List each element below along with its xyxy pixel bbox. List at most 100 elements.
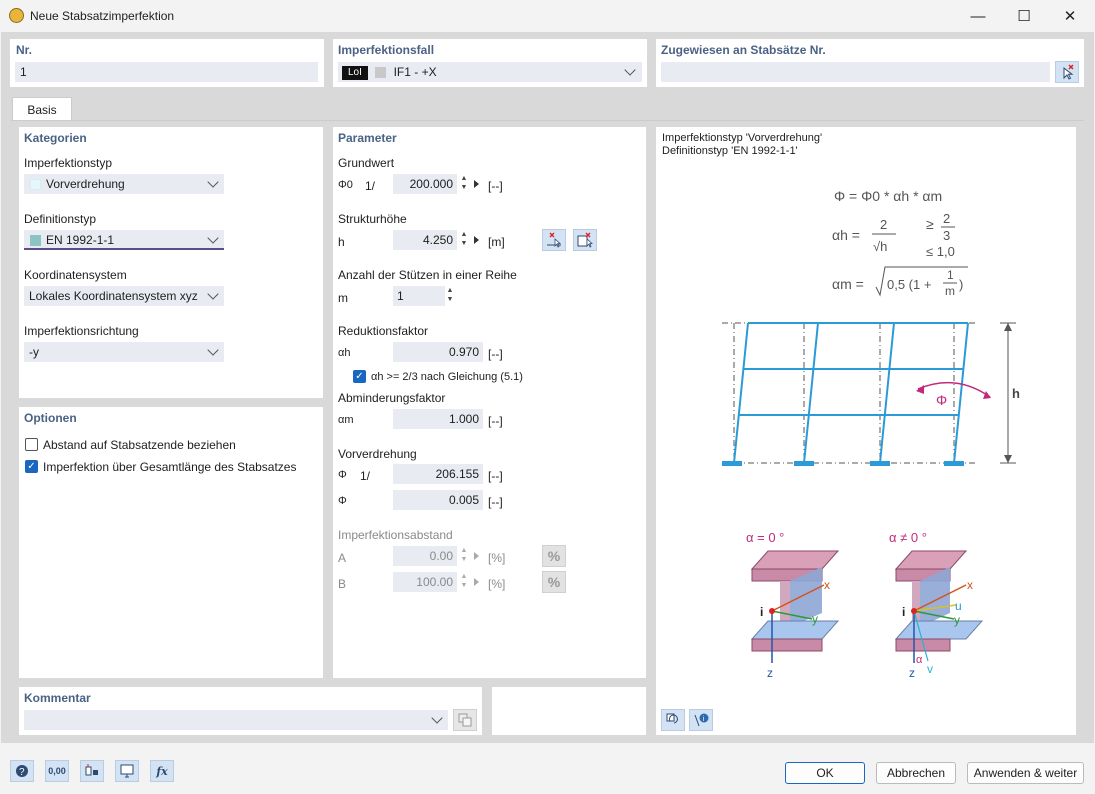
app-icon [9,8,24,23]
strukturhoehe-unit: [m] [488,235,505,249]
abminderung-value: 1.000 [393,409,483,429]
abstand-a-arrow-icon[interactable] [474,552,479,560]
formula-phi: Φ = Φ0 * αh * αm [834,188,942,204]
strukturhoehe-spinner[interactable]: ▲ ▼ [459,230,469,250]
help-icon[interactable]: ? [10,760,34,782]
axis-y-left: y [812,612,818,626]
abstand-b-arrow-icon[interactable] [474,578,479,586]
reduktion-unit: [--] [488,347,503,361]
strukturhoehe-input[interactable]: 4.250 [393,230,457,250]
imperfektionstyp-swatch [30,179,41,190]
formula-icon[interactable]: fx [150,760,174,782]
minimize-button[interactable]: — [955,0,1001,32]
pick-length-icon[interactable] [542,229,566,251]
vorverdrehung-value-2: 0.005 [393,490,483,510]
definitionstyp-swatch [30,235,41,246]
grundwert-input[interactable]: 200.000 [393,174,457,194]
grundwert-arrow-icon[interactable] [474,180,479,188]
percent-icon[interactable]: % [542,545,566,567]
svg-text:?: ? [19,767,25,778]
stuetzen-symbol: m [338,291,348,305]
reduktion-label: Reduktionsfaktor [338,324,429,338]
copy-comment-icon[interactable] [453,709,477,731]
zugewiesen-header: Zugewiesen an Stabsätze Nr. [661,43,826,57]
nr-panel: Nr. 1 [10,39,324,87]
ok-button[interactable]: OK [785,762,865,784]
abstand-b-unit: [%] [488,577,506,591]
apply-next-button[interactable]: Anwenden & weiter [967,762,1084,784]
strukturhoehe-symbol: h [338,235,345,249]
grundwert-prefix: 1/ [365,179,376,193]
imperfektionsfall-header: Imperfektionsfall [338,43,435,57]
alpha-zero-label: α = 0 ° [746,530,784,545]
kommentar-header: Kommentar [24,691,91,705]
frame-phi-label: Φ [936,392,947,408]
reduktion-checkbox[interactable]: ✓ [353,370,366,383]
units-icon[interactable]: 0,00 [45,760,69,782]
tab-divider [11,120,1084,121]
imperfektionstyp-select[interactable]: Vorverdrehung [24,174,224,194]
axis-y-right: y [954,613,960,627]
gesamtlaenge-checkbox[interactable]: ✓ [25,460,38,473]
stuetzen-spinner[interactable]: ▲ ▼ [445,286,455,306]
koordinatensystem-label: Koordinatensystem [24,268,127,282]
abminderung-label: Abminderungsfaktor [338,391,446,405]
close-button[interactable]: ✕ [1047,0,1093,32]
info-graphic-icon[interactable]: i [689,709,713,731]
definitionstyp-label: Definitionstyp [24,212,97,226]
abstand-a-input[interactable]: 0.00 [393,546,457,566]
vorverdrehung-symbol-2: Φ [338,495,347,507]
koordinatensystem-select[interactable]: Lokales Koordinatensystem xyz [24,286,224,306]
window-title: Neue Stabsatzimperfektion [30,9,175,23]
nr-header: Nr. [16,43,33,57]
imperfektionsfall-select[interactable]: LoI IF1 - +X [338,62,642,82]
imperfektionsfall-panel: Imperfektionsfall LoI IF1 - +X [333,39,647,87]
info-panel: Imperfektionstyp 'Vorverdrehung' Definit… [656,127,1076,735]
abstand-checkbox[interactable] [25,438,38,451]
model-icon[interactable] [80,760,104,782]
cancel-button[interactable]: Abbrechen [876,762,956,784]
axis-i-right: i [902,605,905,619]
display-icon[interactable] [115,760,139,782]
pick-from-model-icon[interactable] [573,229,597,251]
abstand-a-spinner[interactable]: ▲ ▼ [459,546,469,566]
vorverdrehung-unit-2: [--] [488,495,503,509]
abstand-b-spinner[interactable]: ▲ ▼ [459,572,469,592]
gesamtlaenge-checkbox-label: Imperfektion über Gesamtlänge des Stabsa… [43,460,297,474]
abstand-b-input[interactable]: 100.00 [393,572,457,592]
axis-x-left: x [824,578,830,592]
formula-am-num: 1 [947,268,954,282]
frame-h-label: h [1012,386,1020,401]
definitionstyp-select[interactable]: EN 1992-1-1 [24,230,224,250]
imperfektionsrichtung-select[interactable]: -y [24,342,224,362]
grundwert-unit: [--] [488,179,503,193]
graphic-options-icon[interactable] [661,709,685,731]
abminderung-symbol: αm [338,414,354,426]
stuetzen-input[interactable]: 1 [393,286,445,306]
nr-input[interactable]: 1 [15,62,318,82]
axis-u-right: u [955,599,962,613]
tab-basis[interactable]: Basis [12,97,72,121]
select-members-icon[interactable] [1055,61,1079,83]
reduktion-value: 0.970 [393,342,483,362]
vorverdrehung-value-1: 206.155 [393,464,483,484]
maximize-button[interactable]: ☐ [1001,0,1047,32]
axis-z-left: z [767,666,773,680]
strukturhoehe-arrow-icon[interactable] [474,236,479,244]
stuetzen-label: Anzahl der Stützen in einer Reihe [338,268,517,282]
axis-x-right: x [967,578,973,592]
zugewiesen-input[interactable] [661,62,1050,82]
grundwert-label: Grundwert [338,156,395,170]
imperfektionsrichtung-label: Imperfektionsrichtung [24,324,139,338]
grundwert-symbol: Φ0 [338,179,353,191]
percent-icon[interactable]: % [542,571,566,593]
vorverdrehung-symbol-1: Φ [338,469,347,481]
grundwert-spinner[interactable]: ▲ ▼ [459,174,469,194]
abminderung-unit: [--] [488,414,503,428]
axis-alpha-right: α [916,654,923,666]
formula-ah-le: ≤ 1,0 [926,244,955,259]
parameter-header: Parameter [338,131,397,145]
optionen-header: Optionen [24,411,77,425]
kommentar-panel: Kommentar [19,687,482,735]
kommentar-input[interactable] [24,710,448,730]
